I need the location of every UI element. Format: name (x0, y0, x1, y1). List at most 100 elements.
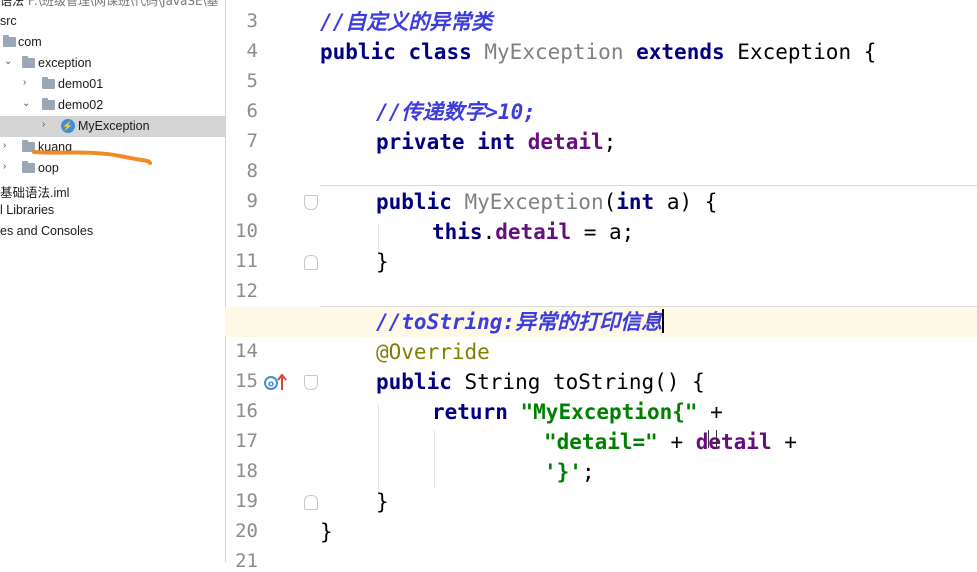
tree-item-label: demo02 (58, 98, 104, 112)
folder-icon (22, 56, 35, 68)
code-line-7: private int detail; (376, 127, 616, 157)
assignment: = a; (571, 220, 635, 244)
operator: + (771, 430, 797, 454)
code-line-11: } (376, 250, 389, 274)
punctuation: ; (603, 130, 617, 154)
keyword: class (408, 40, 472, 64)
method-separator (320, 185, 977, 186)
exception-class-icon: ⚡ (61, 119, 75, 133)
line-number: 12 (235, 280, 258, 302)
tree-item-demo01[interactable]: › demo01 (0, 74, 225, 95)
editor-gutter: 3 4 5 6 7 8 9 10 11 12 13 14 15 16 17 18… (226, 0, 340, 572)
fold-marker-icon[interactable] (304, 195, 318, 210)
constructor-name: MyException (464, 190, 604, 214)
tree-item-myexception[interactable]: › ⚡ MyException (0, 116, 225, 137)
chevron-down-icon[interactable]: ⌄ (22, 98, 30, 109)
method-signature: String toString() { (451, 370, 705, 394)
line-number: 7 (246, 130, 258, 152)
punctuation: ( (603, 190, 617, 214)
line-number: 16 (235, 400, 258, 422)
tree-item-label: l Libraries (0, 203, 55, 217)
keyword: public (320, 40, 396, 64)
code-comment: //toString:异常的打印信息 (376, 310, 663, 334)
keyword: return (432, 400, 508, 424)
punctuation: ; (581, 460, 595, 484)
keyword: public (376, 370, 452, 394)
code-editor[interactable]: //自定义的异常类 public class MyException exten… (225, 0, 977, 562)
tree-item-src[interactable]: src (0, 11, 225, 32)
line-number: 17 (235, 430, 258, 452)
folder-icon (42, 77, 55, 89)
tree-item-exception[interactable]: ⌄ exception (0, 53, 225, 74)
line-number: 5 (246, 70, 258, 92)
folder-icon (3, 35, 16, 47)
keyword: int (477, 130, 516, 154)
fold-marker-icon[interactable] (304, 255, 318, 270)
class-name: MyException (484, 40, 624, 64)
keyword: extends (636, 40, 725, 64)
tree-item-label: com (18, 35, 42, 49)
line-number: 11 (235, 250, 258, 272)
keyword: int (616, 190, 655, 214)
code-line-18: '}'; (544, 457, 595, 487)
line-number: 15 (235, 370, 258, 392)
string-literal: "detail=" (544, 430, 658, 454)
tree-item-demo02[interactable]: ⌄ demo02 (0, 95, 225, 116)
project-root-location: F:\班级管理\网课班\代码\JavaSE\基 (27, 0, 219, 8)
code-line-9: public MyException(int a) { (376, 187, 717, 217)
text-caret (662, 309, 665, 333)
tree-item-label: MyException (78, 119, 150, 133)
annotation: @Override (376, 340, 490, 364)
code-line-13: //toString:异常的打印信息 (376, 307, 665, 337)
tree-item-label: src (0, 14, 17, 28)
code-comment: //传递数字>10; (376, 100, 536, 124)
mouse-ibeam-cursor (708, 430, 717, 448)
tree-item-com[interactable]: com (0, 32, 225, 53)
string-literal: "MyException{" (520, 400, 698, 424)
line-number: 4 (246, 40, 258, 62)
fold-marker-icon[interactable] (304, 375, 318, 390)
code-line-6: //传递数字>10; (376, 97, 536, 127)
parameter: a) { (654, 190, 718, 214)
operator: + (697, 400, 723, 424)
line-number: 18 (235, 460, 258, 482)
line-number: 3 (246, 10, 258, 32)
chevron-right-icon[interactable]: › (3, 161, 6, 172)
tree-item-scratches[interactable]: es and Consoles (0, 221, 225, 242)
keyword: public (376, 190, 452, 214)
fold-marker-icon[interactable] (304, 495, 318, 510)
line-number: 14 (235, 340, 258, 362)
line-number: 6 (246, 100, 258, 122)
tree-item-label: 基础语法.iml (0, 186, 70, 200)
line-number: 10 (235, 220, 258, 242)
tree-item-iml[interactable]: 基础语法.iml (0, 179, 225, 200)
orange-underline-annotation (32, 150, 152, 165)
code-line-4: public class MyException extends Excepti… (320, 37, 876, 67)
chevron-down-icon[interactable]: ⌄ (4, 56, 12, 67)
code-line-16: return "MyException{" + (432, 397, 723, 427)
tree-item-label: es and Consoles (0, 224, 94, 238)
code-line-14: @Override (376, 337, 490, 367)
superclass: Exception { (737, 40, 877, 64)
operator: + (657, 430, 696, 454)
line-number: 9 (246, 190, 258, 212)
chevron-right-icon[interactable]: › (3, 140, 6, 151)
tree-item-label: exception (38, 56, 92, 70)
line-number: 8 (246, 160, 258, 182)
override-method-icon[interactable]: o (264, 371, 288, 393)
field: detail (527, 130, 604, 154)
svg-text:o: o (268, 380, 274, 390)
project-root-path: 语法 F:\班级管理\网课班\代码\JavaSE\基 (0, 0, 219, 9)
code-comment: //自定义的异常类 (320, 10, 493, 34)
chevron-right-icon[interactable]: › (23, 77, 26, 88)
folder-icon (42, 98, 55, 110)
line-number: 21 (235, 550, 258, 572)
punctuation: . (482, 220, 496, 244)
project-root-name: 语法 (0, 0, 25, 8)
tree-item-label: demo01 (58, 77, 104, 91)
code-line-3: //自定义的异常类 (320, 7, 492, 37)
code-line-17: "detail=" + detail + (544, 427, 797, 457)
keyword: this (432, 220, 483, 244)
tree-item-external-libraries[interactable]: l Libraries (0, 200, 225, 221)
chevron-right-icon[interactable]: › (42, 119, 45, 130)
